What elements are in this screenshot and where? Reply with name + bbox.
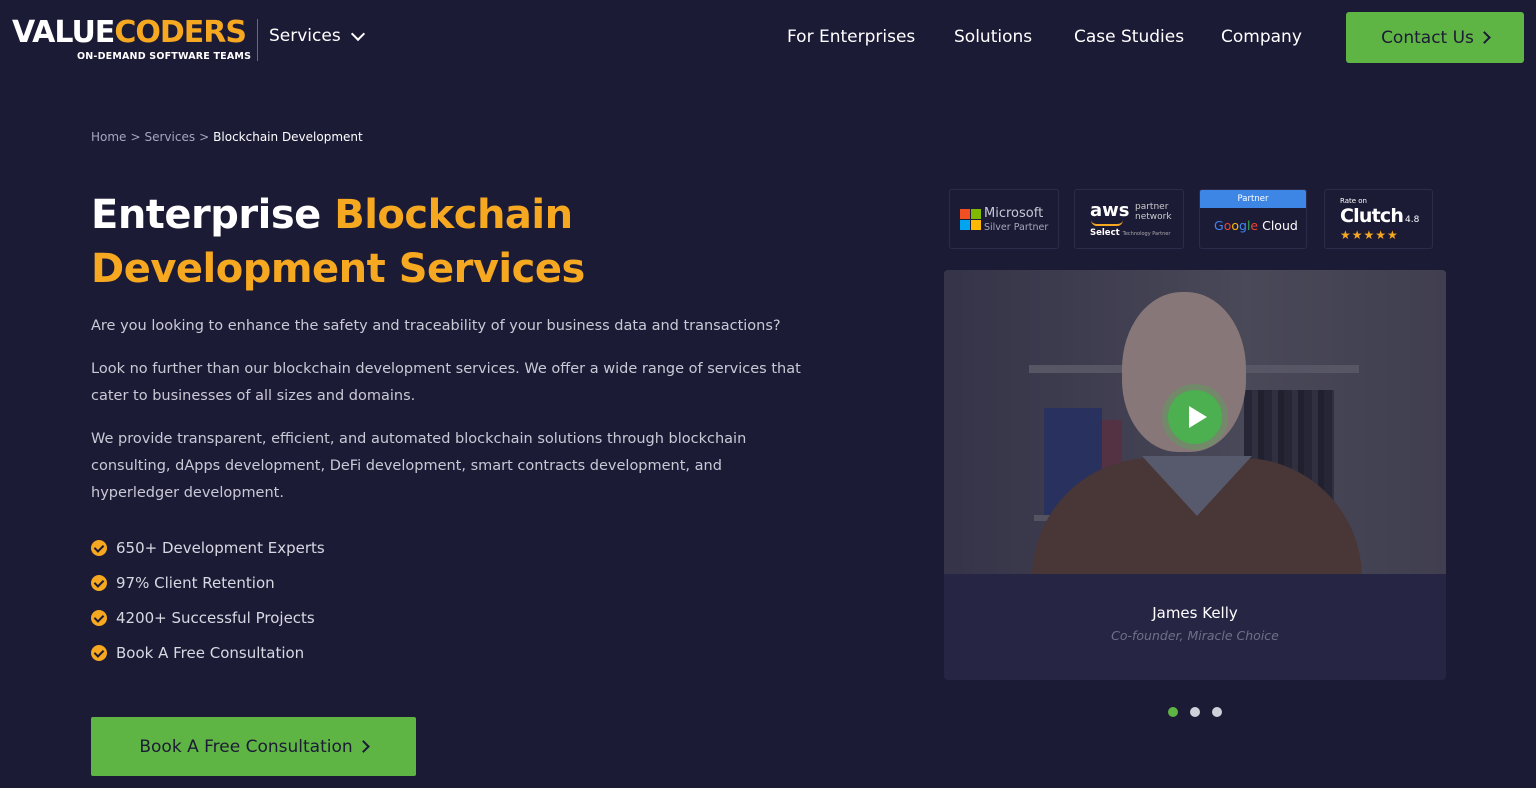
chevron-right-icon <box>356 740 370 753</box>
services-dropdown[interactable]: Services <box>269 26 365 46</box>
aws-partner-badge: aws partner network Select Technology Pa… <box>1074 189 1184 249</box>
logo-tagline: ON-DEMAND SOFTWARE TEAMS <box>77 51 252 62</box>
breadcrumb-separator: > <box>130 130 141 144</box>
book-consultation-label: Book A Free Consultation <box>139 736 353 757</box>
nav-for-enterprises[interactable]: For Enterprises <box>787 27 915 47</box>
clutch-name: Clutch <box>1340 205 1404 227</box>
breadcrumb-current: Blockchain Development <box>213 130 363 144</box>
clutch-rate-on: Rate on <box>1340 197 1367 205</box>
page-title: Enterprise Blockchain Development Servic… <box>91 188 851 296</box>
microsoft-tier: Silver Partner <box>984 222 1049 233</box>
microsoft-logo-icon <box>960 209 981 230</box>
feature-item: 97% Client Retention <box>91 565 325 600</box>
clutch-rating-badge: Rate on Clutch 4.8 ★★★★★ <box>1324 189 1433 249</box>
intro-paragraph-2: Look no further than our blockchain deve… <box>91 361 801 404</box>
clutch-score: 4.8 <box>1405 215 1420 225</box>
testimonial-video[interactable] <box>944 270 1446 574</box>
chevron-right-icon <box>1478 31 1491 44</box>
valuecoders-logo[interactable]: VALUECODERS ON-DEMAND SOFTWARE TEAMS <box>12 15 251 66</box>
aws-smile-icon <box>1091 220 1123 226</box>
breadcrumb-separator: > <box>199 130 210 144</box>
google-partner-label: Partner <box>1200 190 1306 208</box>
breadcrumb: Home > Services > Blockchain Development <box>91 130 363 144</box>
feature-item: 650+ Development Experts <box>91 530 325 565</box>
nav-company[interactable]: Company <box>1221 27 1302 47</box>
testimonial-card: James Kelly Co-founder, Miracle Choice <box>944 270 1446 680</box>
carousel-dot-2[interactable] <box>1190 707 1200 717</box>
star-rating-icon: ★★★★★ <box>1340 228 1399 242</box>
check-circle-icon <box>91 644 107 661</box>
microsoft-name: Microsoft <box>984 206 1044 221</box>
services-label: Services <box>269 26 341 46</box>
testimonial-role: Co-founder, Miracle Choice <box>1111 628 1279 643</box>
aws-network-text: network <box>1135 212 1172 222</box>
microsoft-partner-badge: Microsoft Silver Partner <box>949 189 1059 249</box>
feature-list: 650+ Development Experts 97% Client Rete… <box>91 530 325 670</box>
feature-item: 4200+ Successful Projects <box>91 600 325 635</box>
chevron-down-icon <box>350 26 365 41</box>
aws-partner-text: partner <box>1135 202 1169 212</box>
feature-label: 97% Client Retention <box>116 573 275 592</box>
intro-paragraph-3: We provide transparent, efficient, and a… <box>91 431 747 501</box>
aws-select-sub: Technology Partner <box>1122 231 1171 237</box>
feature-label: 650+ Development Experts <box>116 538 325 557</box>
check-circle-icon <box>91 574 107 591</box>
play-icon[interactable] <box>1168 390 1222 444</box>
breadcrumb-services[interactable]: Services <box>145 130 196 144</box>
google-cloud-wordmark: Google Cloud <box>1214 218 1298 233</box>
feature-item: Book A Free Consultation <box>91 635 325 670</box>
feature-label: Book A Free Consultation <box>116 643 305 662</box>
logo-wordmark: VALUECODERS <box>12 15 247 50</box>
breadcrumb-home[interactable]: Home <box>91 130 126 144</box>
contact-us-label: Contact Us <box>1381 27 1474 48</box>
book-consultation-button[interactable]: Book A Free Consultation <box>91 717 416 776</box>
header-divider <box>257 19 258 61</box>
aws-select-label: Select <box>1090 228 1120 238</box>
testimonial-name: James Kelly <box>1152 604 1238 622</box>
check-circle-icon <box>91 609 107 626</box>
google-cloud-partner-badge: Partner Google Cloud <box>1199 189 1307 249</box>
title-plain: Enterprise <box>91 192 321 238</box>
aws-partner-network: partner network <box>1135 202 1172 222</box>
contact-us-button[interactable]: Contact Us <box>1346 12 1524 63</box>
nav-case-studies[interactable]: Case Studies <box>1074 27 1184 47</box>
aws-logo-text: aws <box>1090 200 1130 221</box>
carousel-dot-1[interactable] <box>1168 707 1178 717</box>
nav-solutions[interactable]: Solutions <box>954 27 1032 47</box>
intro-paragraph-1: Are you looking to enhance the safety an… <box>91 318 781 334</box>
carousel-dots <box>1168 707 1222 717</box>
check-circle-icon <box>91 539 107 556</box>
aws-select-tier: Select Technology Partner <box>1090 228 1170 238</box>
site-header: VALUECODERS ON-DEMAND SOFTWARE TEAMS Ser… <box>0 0 1536 78</box>
google-cloud-text: Cloud <box>1262 218 1298 233</box>
feature-label: 4200+ Successful Projects <box>116 608 315 627</box>
carousel-dot-3[interactable] <box>1212 707 1222 717</box>
